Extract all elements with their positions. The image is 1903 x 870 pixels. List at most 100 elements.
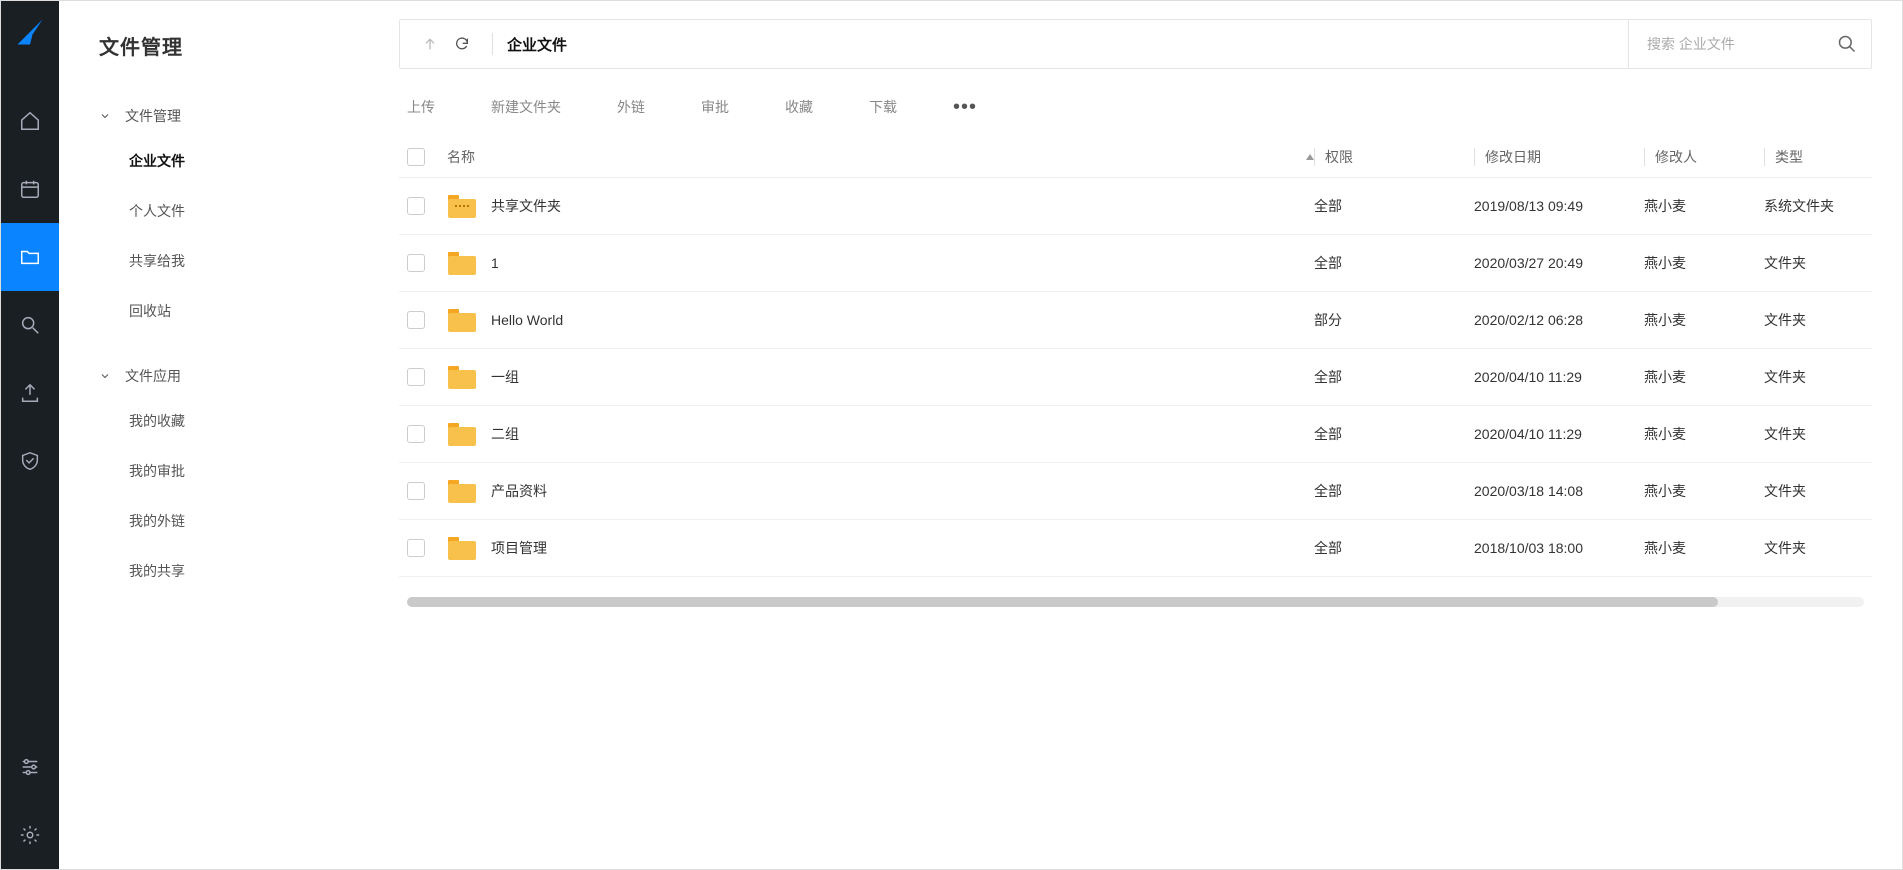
table-row[interactable]: 共享文件夹 全部2019/08/13 09:49燕小麦系统文件夹: [399, 178, 1872, 235]
action-favorite[interactable]: 收藏: [785, 97, 813, 117]
tree-leaf[interactable]: 我的收藏: [129, 396, 359, 446]
cell-type: 文件夹: [1764, 253, 1864, 273]
shield-icon: [19, 450, 41, 472]
search-input[interactable]: [1647, 36, 1827, 52]
search-box: [1628, 20, 1857, 68]
row-checkbox[interactable]: [407, 539, 425, 557]
refresh-button[interactable]: [446, 28, 478, 60]
rail-shield[interactable]: [1, 427, 59, 495]
action-external-link[interactable]: 外链: [617, 97, 645, 117]
action-new-folder[interactable]: 新建文件夹: [491, 97, 561, 117]
row-checkbox[interactable]: [407, 368, 425, 386]
cell-type: 文件夹: [1764, 310, 1864, 330]
folder-icon: [447, 364, 477, 390]
file-name: 一组: [491, 367, 519, 387]
cell-modified: 2020/04/10 11:29: [1474, 369, 1644, 385]
rail-home[interactable]: [1, 87, 59, 155]
table-row[interactable]: Hello World部分2020/02/12 06:28燕小麦文件夹: [399, 292, 1872, 349]
tree-leaf[interactable]: 我的审批: [129, 446, 359, 496]
table-row[interactable]: 项目管理全部2018/10/03 18:00燕小麦文件夹: [399, 520, 1872, 577]
tree-leaf[interactable]: 我的共享: [129, 546, 359, 596]
table-row[interactable]: 一组全部2020/04/10 11:29燕小麦文件夹: [399, 349, 1872, 406]
table-row[interactable]: 产品资料全部2020/03/18 14:08燕小麦文件夹: [399, 463, 1872, 520]
tree-leaf[interactable]: 企业文件: [129, 136, 359, 186]
cell-modified: 2019/08/13 09:49: [1474, 198, 1644, 214]
tree-leaf[interactable]: 个人文件: [129, 186, 359, 236]
file-name: Hello World: [491, 312, 563, 328]
file-name: 1: [491, 255, 499, 271]
refresh-icon: [454, 36, 470, 52]
table-row[interactable]: 二组 全部2020/04/10 11:29燕小麦文件夹: [399, 406, 1872, 463]
cell-type: 文件夹: [1764, 538, 1864, 558]
arrow-up-icon: [422, 36, 438, 52]
nav-rail: [1, 1, 59, 869]
cell-modified: 2020/02/12 06:28: [1474, 312, 1644, 328]
sort-asc-icon: [1306, 154, 1314, 160]
row-checkbox[interactable]: [407, 254, 425, 272]
row-checkbox[interactable]: [407, 482, 425, 500]
scrollbar-thumb[interactable]: [407, 597, 1718, 607]
search-icon: [19, 314, 41, 336]
rail-sliders[interactable]: [1, 733, 59, 801]
col-header-modifier[interactable]: 修改人: [1644, 148, 1764, 166]
table-row[interactable]: 1全部2020/03/27 20:49燕小麦文件夹: [399, 235, 1872, 292]
col-header-modified[interactable]: 修改日期: [1474, 148, 1644, 166]
tree-group-header[interactable]: 文件管理: [99, 96, 359, 136]
cell-permission: 全部: [1314, 196, 1474, 216]
row-checkbox[interactable]: [407, 197, 425, 215]
tree-leaf[interactable]: 共享给我: [129, 236, 359, 286]
rail-calendar[interactable]: [1, 155, 59, 223]
nav-up-button[interactable]: [414, 28, 446, 60]
action-upload[interactable]: 上传: [407, 97, 435, 117]
upload-icon: [19, 382, 41, 404]
folder-icon: [447, 307, 477, 333]
toolbar: 企业文件: [399, 19, 1872, 69]
table-header: 名称 权限 修改日期 修改人 类型: [399, 137, 1872, 178]
search-icon[interactable]: [1837, 34, 1857, 54]
folder-icon: [447, 421, 477, 447]
col-header-name[interactable]: 名称: [447, 147, 1314, 167]
cell-modifier: 燕小麦: [1644, 196, 1764, 216]
col-header-permission[interactable]: 权限: [1314, 148, 1474, 166]
cell-modified: 2020/04/10 11:29: [1474, 426, 1644, 442]
file-name: 二组: [491, 424, 519, 444]
action-download[interactable]: 下载: [869, 97, 897, 117]
row-checkbox[interactable]: [407, 311, 425, 329]
rail-search[interactable]: [1, 291, 59, 359]
tree-leaf[interactable]: 我的外链: [129, 496, 359, 546]
tree-leaf[interactable]: 回收站: [129, 286, 359, 336]
chevron-down-icon: [99, 110, 111, 122]
cell-type: 文件夹: [1764, 481, 1864, 501]
select-all-checkbox[interactable]: [407, 148, 425, 166]
chevron-down-icon: [99, 370, 111, 382]
rail-settings[interactable]: [1, 801, 59, 869]
tree-group-header[interactable]: 文件应用: [99, 356, 359, 396]
rail-files[interactable]: [1, 223, 59, 291]
sidebar: 文件管理 文件管理企业文件个人文件共享给我回收站文件应用我的收藏我的审批我的外链…: [59, 1, 389, 869]
file-name: 项目管理: [491, 538, 547, 558]
folder-icon: [19, 246, 41, 268]
calendar-icon: [19, 178, 41, 200]
cell-modified: 2020/03/27 20:49: [1474, 255, 1644, 271]
horizontal-scrollbar[interactable]: [407, 597, 1864, 607]
tree-group-label: 文件应用: [125, 366, 181, 386]
cell-modifier: 燕小麦: [1644, 367, 1764, 387]
cell-type: 文件夹: [1764, 424, 1864, 444]
rail-upload[interactable]: [1, 359, 59, 427]
cell-permission: 全部: [1314, 424, 1474, 444]
row-checkbox[interactable]: [407, 425, 425, 443]
folder-icon: [447, 193, 477, 219]
cell-modifier: 燕小麦: [1644, 424, 1764, 444]
file-name: 共享文件夹: [491, 196, 561, 216]
action-more[interactable]: •••: [953, 97, 977, 117]
cell-modifier: 燕小麦: [1644, 481, 1764, 501]
cell-type: 系统文件夹: [1764, 196, 1864, 216]
folder-icon: [447, 535, 477, 561]
toolbar-separator: [492, 33, 493, 55]
breadcrumb[interactable]: 企业文件: [507, 34, 567, 55]
col-header-type[interactable]: 类型: [1764, 148, 1864, 166]
action-approval[interactable]: 审批: [701, 97, 729, 117]
cell-permission: 全部: [1314, 481, 1474, 501]
cell-modifier: 燕小麦: [1644, 310, 1764, 330]
tree-group-label: 文件管理: [125, 106, 181, 126]
